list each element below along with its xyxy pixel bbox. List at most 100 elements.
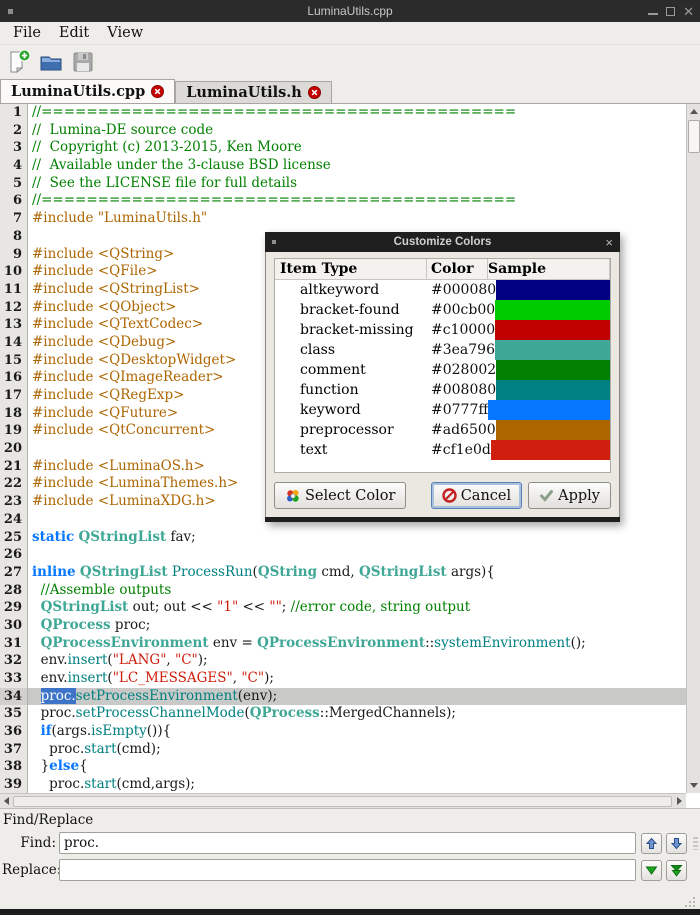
- dialog-close-icon[interactable]: ×: [605, 235, 613, 250]
- horizontal-scrollbar-thumb[interactable]: [13, 796, 672, 807]
- color-value-cell[interactable]: #000080: [427, 280, 496, 300]
- color-sample-swatch[interactable]: [495, 320, 610, 340]
- find-previous-button[interactable]: [641, 832, 662, 854]
- line-number: 38: [0, 758, 28, 777]
- header-item-type[interactable]: Item Type: [275, 259, 427, 279]
- code-line[interactable]: 6//=====================================…: [0, 192, 686, 211]
- dialog-titlebar[interactable]: Customize Colors ×: [265, 232, 620, 252]
- item-type-cell[interactable]: class: [275, 340, 427, 360]
- code-line[interactable]: 26: [0, 546, 686, 564]
- color-sample-swatch[interactable]: [496, 280, 610, 300]
- tab-luminautils-cpp[interactable]: LuminaUtils.cpp: [0, 79, 176, 103]
- horizontal-scrollbar[interactable]: [0, 793, 686, 808]
- cancel-button[interactable]: Cancel: [430, 482, 523, 509]
- color-value-cell[interactable]: #cf1e0d: [427, 440, 491, 460]
- code-line[interactable]: 27 inline QStringList ProcessRun(QString …: [0, 563, 686, 582]
- menu-edit[interactable]: Edit: [50, 25, 98, 41]
- line-number: 31: [0, 634, 28, 653]
- select-color-button[interactable]: Select Color: [274, 482, 407, 509]
- scroll-up-icon[interactable]: [687, 104, 700, 119]
- code-line[interactable]: 7 #include "LuminaUtils.h": [0, 210, 686, 228]
- color-value-cell[interactable]: #008080: [427, 380, 496, 400]
- color-value-cell[interactable]: #c10000: [427, 320, 495, 340]
- color-sample-swatch[interactable]: [488, 400, 610, 420]
- code-line[interactable]: 38 }else{: [0, 758, 686, 777]
- tab-close-icon[interactable]: [307, 86, 321, 99]
- code-line[interactable]: 39 proc.start(cmd,args);: [0, 776, 686, 793]
- code-line[interactable]: 33 env.insert("LC_MESSAGES", "C");: [0, 670, 686, 688]
- color-value-cell[interactable]: #028002: [427, 360, 496, 380]
- scroll-down-icon[interactable]: [687, 778, 700, 793]
- color-table-row[interactable]: bracket-found #00cb00: [275, 300, 610, 320]
- find-next-button[interactable]: [666, 832, 687, 854]
- header-color[interactable]: Color: [427, 259, 488, 279]
- tab-close-icon[interactable]: [151, 85, 165, 98]
- color-value-cell[interactable]: #00cb00: [427, 300, 495, 320]
- color-table-row[interactable]: function #008080: [275, 380, 610, 400]
- code-line[interactable]: 5// See the LICENSE file for full detail…: [0, 174, 686, 193]
- code-line[interactable]: 30 QProcess proc;: [0, 616, 686, 635]
- scroll-left-icon[interactable]: [0, 794, 13, 808]
- code-line[interactable]: 2// Lumina-DE source code: [0, 121, 686, 140]
- resize-grip-icon[interactable]: [685, 897, 695, 907]
- code-line[interactable]: 32 env.insert("LANG", "C");: [0, 652, 686, 670]
- vertical-scrollbar-thumb[interactable]: [688, 120, 700, 153]
- code-line[interactable]: 3// Copyright (c) 2013-2015, Ken Moore: [0, 139, 686, 158]
- code-line[interactable]: 1//=====================================…: [0, 104, 686, 122]
- maximize-icon[interactable]: [666, 6, 676, 16]
- color-sample-swatch[interactable]: [496, 360, 610, 380]
- cancel-no-icon: [442, 488, 457, 503]
- code-line[interactable]: 35 proc.setProcessChannelMode(QProcess::…: [0, 705, 686, 724]
- color-value-cell[interactable]: #0777ff: [427, 400, 488, 420]
- code-line[interactable]: 34 proc.setProcessEnvironment(env);: [0, 687, 686, 706]
- close-icon[interactable]: ✕: [683, 5, 694, 18]
- color-sample-swatch[interactable]: [495, 300, 610, 320]
- color-table-row[interactable]: keyword #0777ff: [275, 400, 610, 420]
- menu-view[interactable]: View: [98, 25, 152, 41]
- code-line[interactable]: 28 //Assemble outputs: [0, 581, 686, 600]
- code-line[interactable]: 4// Available under the 3-clause BSD lic…: [0, 157, 686, 175]
- color-table-row[interactable]: comment #028002: [275, 360, 610, 380]
- new-file-button[interactable]: [5, 48, 33, 76]
- replace-input[interactable]: [59, 859, 636, 881]
- item-type-cell[interactable]: text: [275, 440, 427, 460]
- color-table-row[interactable]: altkeyword #000080: [275, 280, 610, 300]
- item-type-cell[interactable]: bracket-missing: [275, 320, 427, 340]
- item-type-cell[interactable]: comment: [275, 360, 427, 380]
- code-line[interactable]: 29 QStringList out; out << "1" << ""; //…: [0, 599, 686, 617]
- code-line[interactable]: 36 if(args.isEmpty()){: [0, 723, 686, 741]
- open-file-button[interactable]: [37, 48, 65, 76]
- window-titlebar[interactable]: LuminaUtils.cpp ✕: [0, 0, 700, 22]
- color-sample-swatch[interactable]: [495, 340, 610, 360]
- header-sample[interactable]: Sample: [488, 259, 610, 279]
- color-sample-swatch[interactable]: [490, 440, 610, 460]
- code-line[interactable]: 37 proc.start(cmd);: [0, 740, 686, 759]
- item-type-cell[interactable]: keyword: [275, 400, 427, 420]
- tab-label: LuminaUtils.cpp: [11, 83, 146, 100]
- find-input[interactable]: [59, 832, 636, 854]
- color-table-row[interactable]: text #cf1e0d: [275, 440, 610, 460]
- item-type-cell[interactable]: function: [275, 380, 427, 400]
- apply-button[interactable]: Apply: [528, 482, 611, 509]
- replace-all-button[interactable]: [666, 859, 687, 881]
- item-type-cell[interactable]: bracket-found: [275, 300, 427, 320]
- replace-button[interactable]: [641, 859, 662, 881]
- color-table-row[interactable]: class #3ea796: [275, 340, 610, 360]
- color-table-row[interactable]: preprocessor #ad6500: [275, 420, 610, 440]
- tab-luminautils-h[interactable]: LuminaUtils.h: [175, 81, 332, 103]
- scroll-right-icon[interactable]: [673, 794, 686, 808]
- color-sample-swatch[interactable]: [495, 420, 610, 440]
- color-sample-swatch[interactable]: [496, 380, 610, 400]
- code-line[interactable]: 25 static QStringList fav;: [0, 528, 686, 547]
- color-table[interactable]: Item Type Color Sample altkeyword #000080…: [274, 258, 611, 473]
- color-value-cell[interactable]: #3ea796: [427, 340, 495, 360]
- code-line[interactable]: 31 QProcessEnvironment env = QProcessEnv…: [0, 634, 686, 653]
- menu-file[interactable]: File: [4, 25, 50, 41]
- item-type-cell[interactable]: preprocessor: [275, 420, 427, 440]
- save-file-button[interactable]: [69, 48, 97, 76]
- item-type-cell[interactable]: altkeyword: [275, 280, 427, 300]
- vertical-scrollbar[interactable]: [686, 104, 700, 793]
- minimize-icon[interactable]: [648, 13, 659, 15]
- color-table-row[interactable]: bracket-missing #c10000: [275, 320, 610, 340]
- color-value-cell[interactable]: #ad6500: [427, 420, 496, 440]
